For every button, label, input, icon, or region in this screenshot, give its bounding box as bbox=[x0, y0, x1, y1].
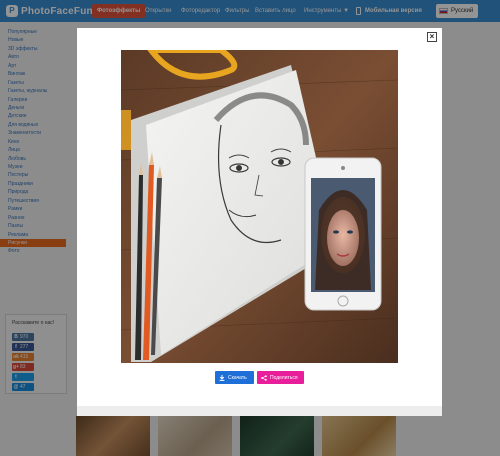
modal-footer-strip bbox=[77, 406, 442, 416]
download-button[interactable]: Скачать bbox=[215, 371, 254, 384]
sketch-with-phone-image bbox=[121, 50, 398, 363]
share-button[interactable]: Поделиться bbox=[257, 371, 304, 384]
close-button[interactable]: × bbox=[427, 32, 437, 42]
share-icon bbox=[261, 374, 267, 381]
modal-actions: Скачать Поделиться bbox=[215, 371, 304, 384]
download-label: Скачать bbox=[228, 374, 247, 381]
share-label: Поделиться bbox=[270, 374, 298, 381]
image-preview-modal: × Скачать Поделиться bbox=[77, 28, 442, 416]
result-photo bbox=[121, 50, 398, 363]
download-icon bbox=[219, 374, 225, 381]
